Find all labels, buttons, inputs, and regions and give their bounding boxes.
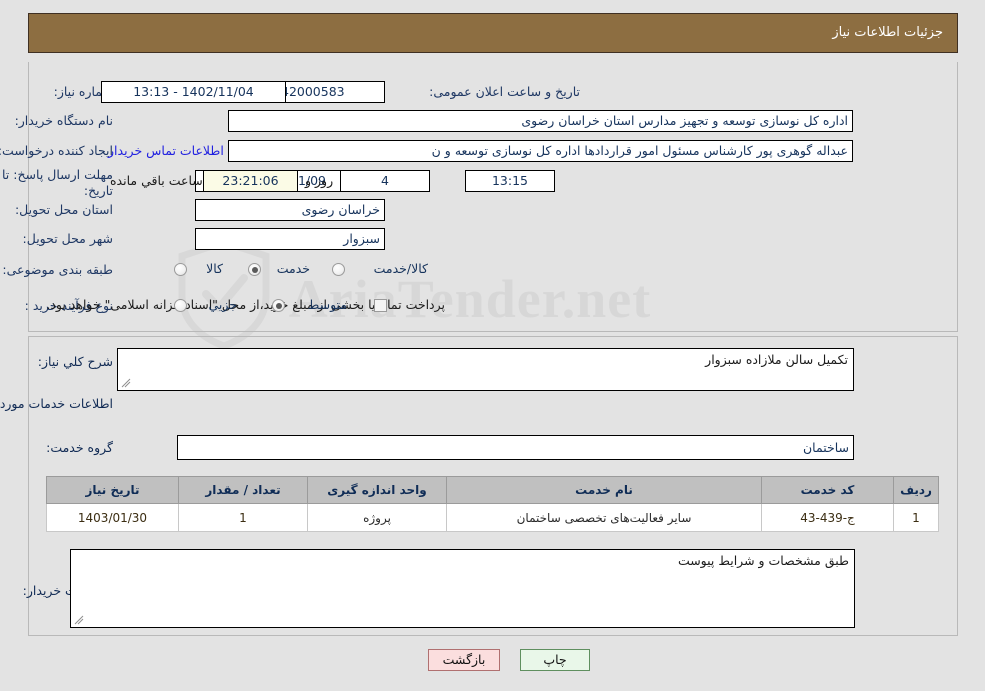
radio-category-kala[interactable] xyxy=(174,263,187,276)
remaining-time-label: ساعت باقي مانده xyxy=(110,173,203,188)
radio-category-khedmat-label: خدمت xyxy=(276,261,310,276)
general-description-label: شرح کلي نیاز: xyxy=(37,354,113,369)
remaining-days-value: 4 xyxy=(340,170,430,192)
cell-name: سایر فعالیت‌های تخصصی ساختمان xyxy=(446,503,762,532)
service-group-label: گروه خدمت: xyxy=(46,440,113,455)
general-description-value[interactable]: تکمیل سالن ملازاده سبزوار xyxy=(117,348,854,391)
page-header-bar: جزئیات اطلاعات نیاز xyxy=(28,13,958,53)
city-value: سبزوار xyxy=(195,228,385,250)
cell-qty: 1 xyxy=(178,503,308,532)
col-date: تاریخ نیاز xyxy=(46,476,179,504)
service-group-value: ساختمان xyxy=(177,435,854,460)
requester-value: عبداله گوهری پور کارشناس مسئول امور قرار… xyxy=(228,140,853,162)
announce-datetime-value: 1402/11/04 - 13:13 xyxy=(101,81,286,103)
deadline-label-line2: تاریخ: xyxy=(83,183,113,198)
remaining-time-value: 23:21:06 xyxy=(203,170,298,192)
cell-code: ج-439-43 xyxy=(761,503,894,532)
category-label: طبقه بندی موضوعی: xyxy=(2,262,113,277)
col-name: نام خدمت xyxy=(446,476,762,504)
radio-category-khedmat[interactable] xyxy=(248,263,261,276)
services-table: ردیف کد خدمت نام خدمت واحد اندازه گیری ت… xyxy=(46,476,939,532)
buyer-org-label: نام دستگاه خریدار: xyxy=(14,113,113,128)
buyer-notes-value[interactable]: طبق مشخصات و شرایط پیوست xyxy=(70,549,855,628)
table-header-row: ردیف کد خدمت نام خدمت واحد اندازه گیری ت… xyxy=(46,476,939,504)
table-row: 1 ج-439-43 سایر فعالیت‌های تخصصی ساختمان… xyxy=(46,503,939,532)
buyer-notes-text: طبق مشخصات و شرایط پیوست xyxy=(677,553,849,568)
print-button[interactable]: چاپ xyxy=(520,649,590,671)
page-title: جزئیات اطلاعات نیاز xyxy=(832,25,943,40)
city-label: شهر محل تحویل: xyxy=(22,231,113,246)
requester-label: ایجاد کننده درخواست: xyxy=(0,143,113,158)
back-button[interactable]: بازگشت xyxy=(428,649,500,671)
radio-category-kala-khedmat-label: کالا/خدمت xyxy=(373,261,428,276)
deadline-time-value: 13:15 xyxy=(465,170,555,192)
deadline-label-line1: مهلت ارسال پاسخ: تا xyxy=(2,167,113,182)
radio-process-motevaset-label: متوسط xyxy=(307,297,347,312)
general-description-text: تکمیل سالن ملازاده سبزوار xyxy=(705,352,848,367)
resize-grip-icon[interactable] xyxy=(74,615,84,625)
radio-process-jozii-label: جزیي xyxy=(208,297,237,312)
cell-date: 1403/01/30 xyxy=(46,503,179,532)
cell-row: 1 xyxy=(893,503,939,532)
col-qty: تعداد / مقدار xyxy=(178,476,308,504)
radio-category-kala-label: کالا xyxy=(206,261,223,276)
province-label: استان محل تحویل: xyxy=(14,202,113,217)
announce-datetime-label: تاریخ و ساعت اعلان عمومی: xyxy=(429,84,580,99)
radio-process-motevaset[interactable] xyxy=(272,299,285,312)
col-row: ردیف xyxy=(893,476,939,504)
resize-grip-icon[interactable] xyxy=(121,378,131,388)
buyer-contact-link[interactable]: اطلاعات تماس خریدار xyxy=(108,143,224,158)
treasury-checkbox[interactable] xyxy=(374,299,387,312)
cell-unit: پروژه xyxy=(307,503,447,532)
col-unit: واحد اندازه گیری xyxy=(307,476,447,504)
services-section-title: اطلاعات خدمات مورد نیاز xyxy=(0,396,113,411)
province-value: خراسان رضوی xyxy=(195,199,385,221)
remaining-days-label: روز و xyxy=(305,173,334,188)
radio-process-jozii[interactable] xyxy=(174,299,187,312)
buyer-org-value: اداره کل نوسازی توسعه و تجهیز مدارس استا… xyxy=(228,110,853,132)
radio-category-kala-khedmat[interactable] xyxy=(332,263,345,276)
col-code: کد خدمت xyxy=(761,476,894,504)
